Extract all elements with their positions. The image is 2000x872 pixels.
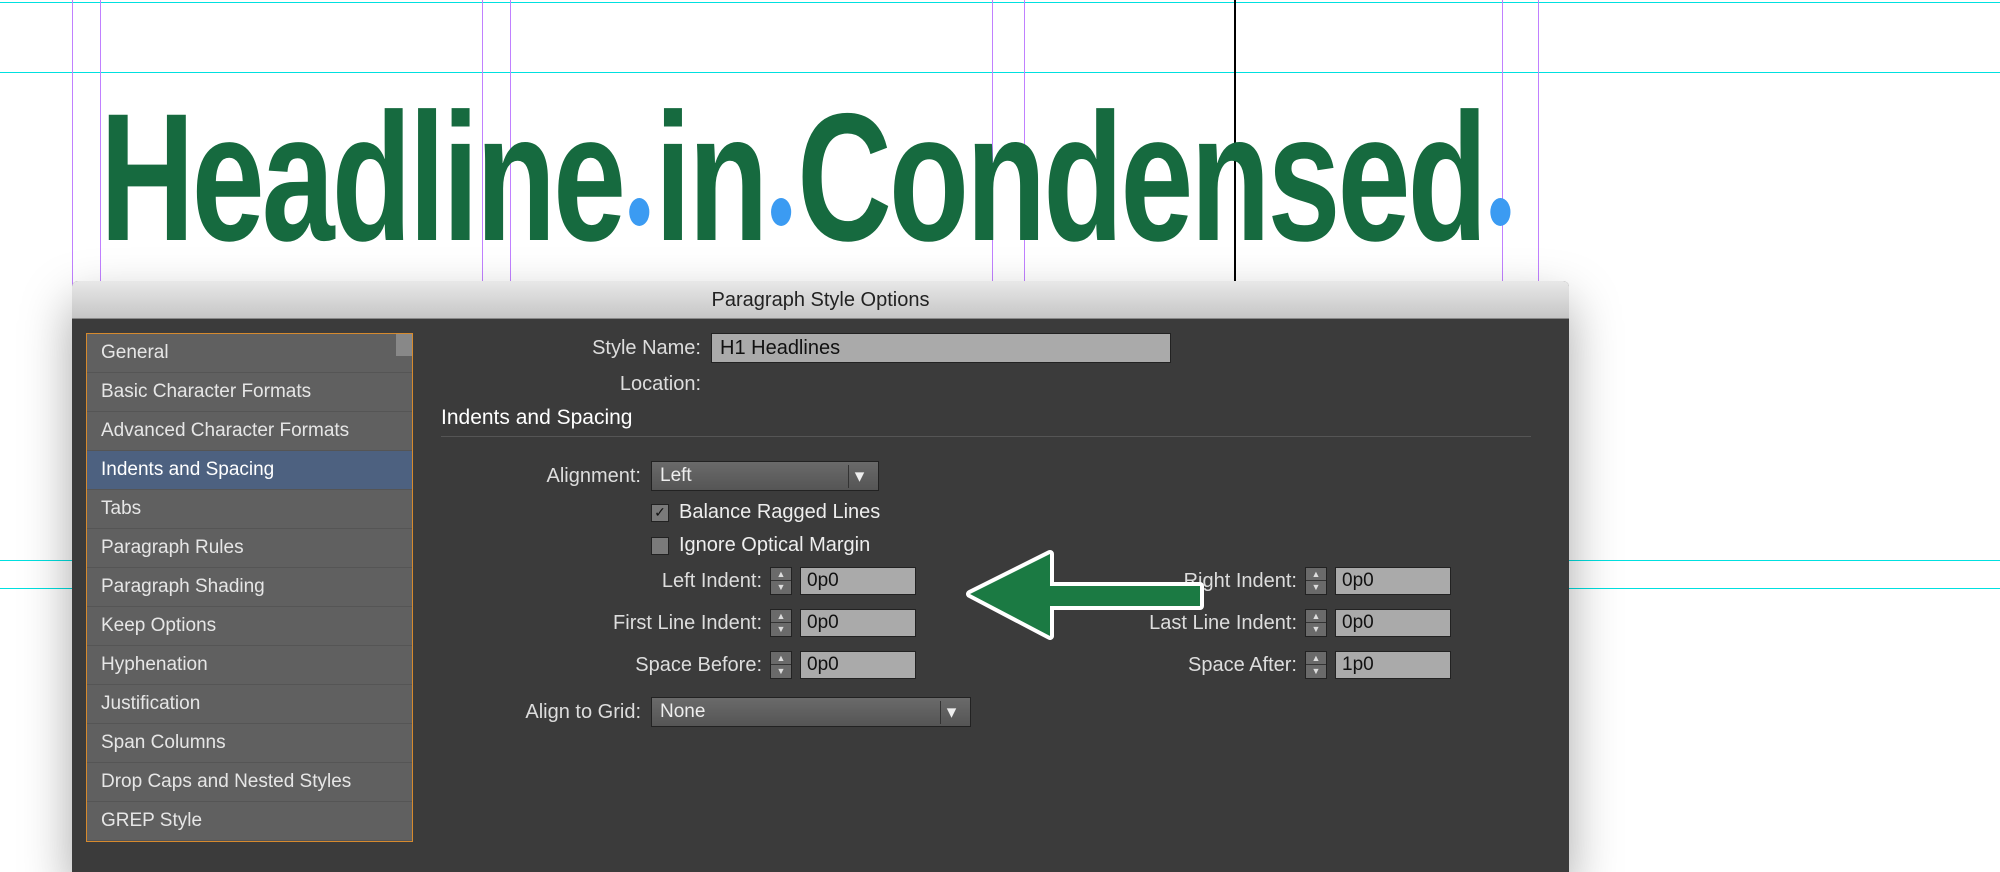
sidebar-item[interactable]: Basic Character Formats: [87, 373, 412, 412]
sidebar-item[interactable]: Advanced Character Formats: [87, 412, 412, 451]
paragraph-style-options-dialog: Paragraph Style Options GeneralBasic Cha…: [72, 281, 1569, 872]
alignment-select[interactable]: Left ▾: [651, 461, 879, 491]
last-line-indent-label: Last Line Indent:: [1149, 612, 1297, 635]
left-indent-input[interactable]: [800, 567, 916, 595]
sidebar-item[interactable]: Paragraph Rules: [87, 529, 412, 568]
section-title: Indents and Spacing: [441, 406, 1531, 430]
location-label: Location:: [441, 373, 701, 396]
checkbox-icon: ✓: [651, 504, 669, 522]
sidebar-item[interactable]: Span Columns: [87, 724, 412, 763]
alignment-label: Alignment:: [441, 465, 641, 488]
headline-word: in: [655, 75, 766, 279]
space-after-input[interactable]: [1335, 651, 1451, 679]
sidebar-item[interactable]: General: [87, 334, 412, 373]
ignore-optical-margin-checkbox[interactable]: Ignore Optical Margin: [651, 534, 870, 557]
sidebar-item[interactable]: Indents and Spacing: [87, 451, 412, 490]
headline-word: Condensed: [797, 75, 1485, 279]
style-name-input[interactable]: [711, 333, 1171, 363]
align-to-grid-select[interactable]: None ▾: [651, 697, 971, 727]
balance-ragged-lines-checkbox[interactable]: ✓ Balance Ragged Lines: [651, 501, 880, 524]
stepper-icon[interactable]: ▲▼: [770, 609, 792, 637]
stepper-icon[interactable]: ▲▼: [1305, 567, 1327, 595]
style-name-label: Style Name:: [441, 337, 701, 360]
chevron-down-icon: ▾: [848, 465, 870, 488]
headline-word: Headline: [100, 75, 623, 279]
space-dot-icon: [629, 198, 649, 226]
first-line-indent-input[interactable]: [800, 609, 916, 637]
stepper-icon[interactable]: ▲▼: [1305, 651, 1327, 679]
sidebar-item[interactable]: Paragraph Shading: [87, 568, 412, 607]
space-before-label: Space Before:: [635, 654, 762, 677]
sidebar-item[interactable]: Justification: [87, 685, 412, 724]
dialog-title: Paragraph Style Options: [72, 281, 1569, 319]
sidebar-item[interactable]: Tabs: [87, 490, 412, 529]
checkbox-icon: [651, 537, 669, 555]
first-line-indent-label: First Line Indent:: [613, 612, 762, 635]
stepper-icon[interactable]: ▲▼: [770, 651, 792, 679]
last-line-indent-input[interactable]: [1335, 609, 1451, 637]
dialog-main-panel: Style Name: Location: Indents and Spacin…: [413, 319, 1569, 872]
headline-text: HeadlineinCondensed: [100, 72, 1516, 282]
stepper-icon[interactable]: ▲▼: [770, 567, 792, 595]
right-indent-label: Right Indent:: [1184, 570, 1297, 593]
chevron-down-icon: ▾: [940, 701, 962, 724]
sidebar-item[interactable]: GREP Style: [87, 802, 412, 841]
align-to-grid-label: Align to Grid:: [441, 701, 641, 724]
space-dot-icon: [771, 198, 791, 226]
stepper-icon[interactable]: ▲▼: [1305, 609, 1327, 637]
category-sidebar: GeneralBasic Character FormatsAdvanced C…: [86, 333, 413, 842]
sidebar-item[interactable]: Drop Caps and Nested Styles: [87, 763, 412, 802]
space-after-label: Space After:: [1188, 654, 1297, 677]
space-dot-icon: [1491, 198, 1511, 226]
space-before-input[interactable]: [800, 651, 916, 679]
left-indent-label: Left Indent:: [662, 570, 762, 593]
sidebar-item[interactable]: Keep Options: [87, 607, 412, 646]
right-indent-input[interactable]: [1335, 567, 1451, 595]
sidebar-item[interactable]: Hyphenation: [87, 646, 412, 685]
